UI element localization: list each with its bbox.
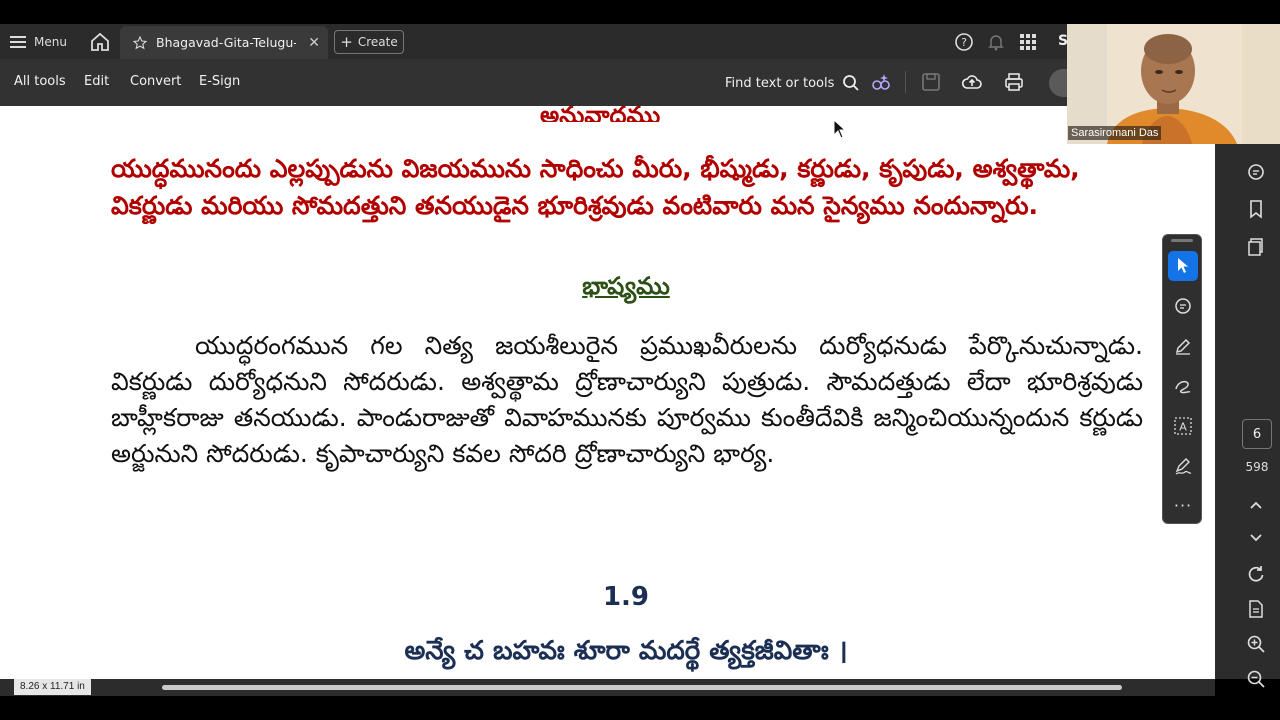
current-page-field[interactable]: 6	[1242, 419, 1272, 449]
save-icon[interactable]	[920, 71, 942, 93]
find-label: Find text or tools	[725, 75, 835, 91]
plus-icon: +	[340, 33, 353, 51]
tab-close-icon[interactable]: ✕	[308, 35, 320, 51]
more-tools-button[interactable]: ···	[1168, 490, 1198, 520]
avatar[interactable]	[1049, 69, 1069, 97]
highlight-tool-button[interactable]	[1168, 331, 1198, 361]
mouse-cursor-icon	[833, 119, 847, 139]
rotate-icon[interactable]	[1245, 563, 1267, 585]
right-panel	[1215, 106, 1280, 679]
bookmark-icon[interactable]	[1245, 198, 1267, 220]
create-label: Create	[357, 35, 398, 49]
chevron-down-icon[interactable]	[1245, 526, 1267, 548]
upload-cloud-icon[interactable]	[961, 71, 983, 93]
tab-title: Bhagavad-Gita-Telugu-...	[156, 35, 296, 50]
search-icon	[843, 75, 860, 91]
print-icon[interactable]	[1003, 71, 1025, 93]
translation-heading: అనువాదము	[540, 106, 661, 122]
bhashyam-heading: భాష్యము	[582, 272, 670, 300]
pen-icon	[1175, 338, 1191, 355]
comment-icon	[1175, 298, 1191, 314]
total-pages: 598	[1245, 460, 1269, 474]
home-icon	[91, 32, 109, 51]
verse-number: 1.9	[602, 582, 650, 612]
create-button[interactable]: + Create	[334, 30, 404, 54]
help-icon[interactable]: ?	[954, 32, 974, 52]
purport-paragraph: యుద్ధరంగమున గల నిత్య జయశీలురైన ప్రముఖవీర…	[111, 331, 1143, 468]
toolbar-edit[interactable]: Edit	[84, 74, 109, 89]
toolbar-convert[interactable]: Convert	[130, 74, 181, 89]
apps-grid-icon[interactable]	[1018, 32, 1038, 52]
select-tool-button[interactable]	[1168, 251, 1198, 281]
document-view[interactable]: అనువాదము యుద్ధమునందు ఎల్లప్పుడును విజయము…	[0, 106, 1215, 679]
hamburger-icon	[10, 36, 26, 48]
svg-text:A: A	[1179, 421, 1187, 434]
horizontal-scrollbar[interactable]	[162, 685, 1122, 690]
comment-panel-icon[interactable]	[1245, 161, 1267, 183]
document-properties-icon[interactable]	[1245, 598, 1267, 620]
star-icon[interactable]	[132, 35, 148, 51]
more-icon: ···	[1173, 495, 1193, 515]
document-tab[interactable]: Bhagavad-Gita-Telugu-... ✕	[120, 26, 328, 59]
verse-translation: యుద్ధమునందు ఎల్లప్పుడును విజయమును సాధించ…	[111, 154, 1080, 220]
menu-button[interactable]: Menu	[10, 31, 67, 53]
text-tool-button[interactable]: A	[1168, 411, 1198, 441]
signature-icon	[1175, 458, 1192, 475]
chevron-up-icon[interactable]	[1245, 494, 1267, 516]
menu-label: Menu	[34, 35, 67, 49]
toolbar-all-tools[interactable]: All tools	[14, 74, 66, 89]
toolbar-divider	[905, 71, 906, 93]
status-bar: 8.26 x 11.71 in	[0, 679, 1215, 696]
page-dimensions: 8.26 x 11.71 in	[14, 679, 91, 695]
notification-bell-icon[interactable]	[986, 32, 1006, 52]
screen: Menu Bhagavad-Gita-Telugu-... ✕ + Create…	[0, 0, 1280, 720]
svg-text:?: ?	[961, 36, 967, 49]
participant-name: Sarasiromani Das	[1068, 126, 1162, 140]
pages-icon[interactable]	[1245, 236, 1267, 258]
zoom-in-icon[interactable]	[1245, 633, 1267, 655]
toolbar-esign[interactable]: E-Sign	[199, 74, 240, 89]
verse-line: అన్యే చ బహవః శూరా మదర్థే త్యక్తజీవితాః ।	[404, 636, 848, 666]
ai-assistant-icon[interactable]	[870, 71, 892, 93]
zoom-out-icon[interactable]	[1245, 668, 1267, 690]
draw-tool-button[interactable]	[1168, 371, 1198, 401]
rail-drag-handle[interactable]	[1171, 239, 1193, 242]
find-text-button[interactable]: Find text or tools	[725, 74, 860, 92]
freehand-icon	[1175, 380, 1191, 394]
quick-tools-rail: A ···	[1162, 234, 1202, 524]
home-button[interactable]	[88, 30, 112, 54]
text-box-icon: A	[1174, 417, 1192, 435]
sign-tool-button[interactable]	[1168, 451, 1198, 481]
pointer-icon	[1178, 258, 1188, 273]
add-comment-button[interactable]	[1168, 291, 1198, 321]
